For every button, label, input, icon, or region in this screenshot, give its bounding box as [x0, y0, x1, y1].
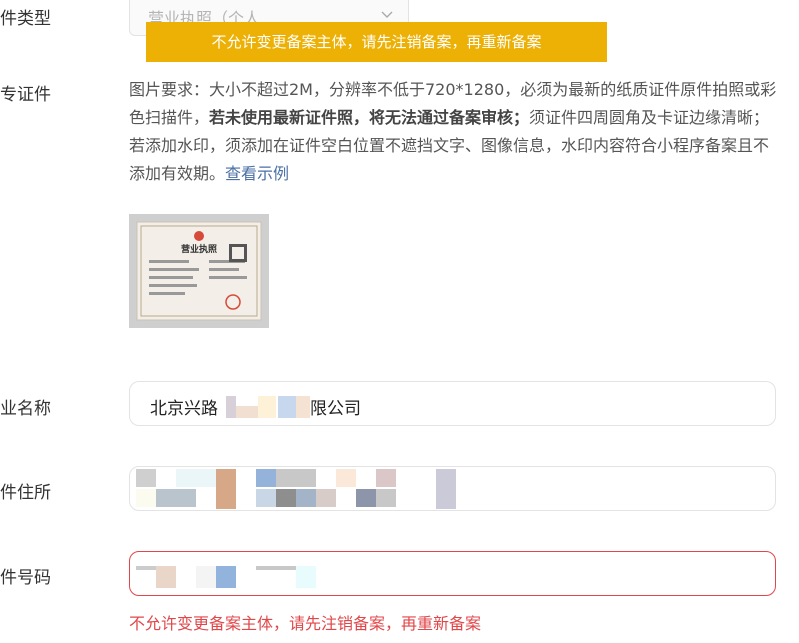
- company-name-input[interactable]: 北京兴路 限公司: [129, 381, 776, 426]
- cert-type-label: 件类型: [0, 9, 51, 29]
- address-label: 件住所: [0, 483, 51, 503]
- toast-message: 不允许变更备案主体，请先注销备案，再重新备案: [146, 22, 607, 62]
- license-title: 营业执照: [181, 243, 217, 255]
- cert-doc-label: 专证件: [0, 85, 51, 105]
- company-name-prefix: 北京兴路: [150, 399, 218, 419]
- view-example-link[interactable]: 查看示例: [225, 164, 289, 183]
- cert-number-input[interactable]: [129, 551, 776, 596]
- address-input[interactable]: [129, 466, 776, 511]
- company-name-label: 业名称: [0, 399, 51, 419]
- license-image-thumbnail[interactable]: 营业执照: [129, 214, 269, 328]
- image-requirements: 图片要求：大小不超过2M，分辨率不低于720*1280，必须为最新的纸质证件原件…: [129, 76, 779, 188]
- chevron-down-icon: [381, 11, 393, 18]
- error-message: 不允许变更备案主体，请先注销备案，再重新备案: [129, 614, 482, 633]
- cert-number-label: 件号码: [0, 568, 51, 588]
- license-image: 营业执照: [129, 214, 269, 328]
- requirements-bold: 若未使用最新证件照，将无法通过备案审核；: [209, 108, 530, 127]
- company-name-suffix: 限公司: [310, 399, 361, 419]
